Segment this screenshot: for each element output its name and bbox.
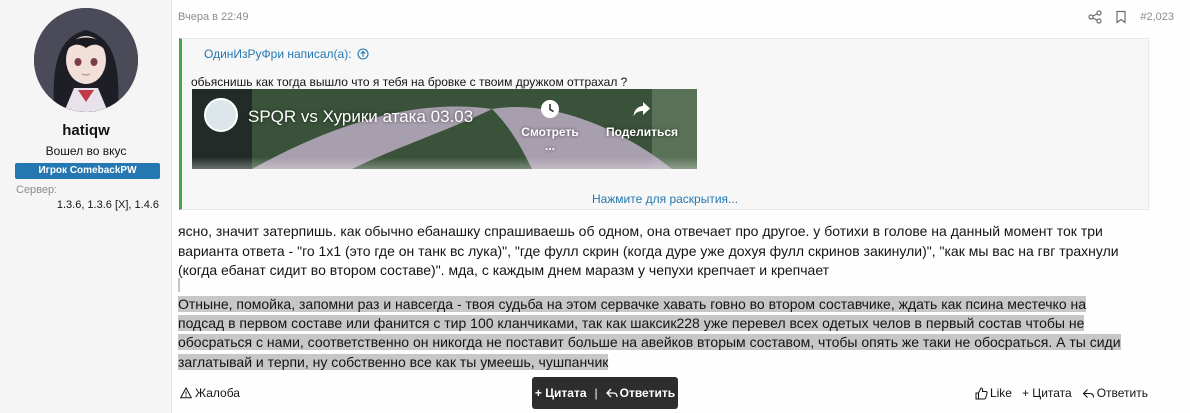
forum-post: hatiqw Вошел во вкус Игрок ComebackPW Се… — [0, 0, 1190, 413]
reply-button[interactable]: Ответить — [1082, 386, 1148, 400]
watch-later-button[interactable]: Смотреть ... — [515, 99, 585, 153]
video-share-button[interactable]: Поделиться — [602, 99, 682, 139]
user-banner: Игрок ComebackPW — [15, 163, 160, 179]
like-label: Like — [989, 386, 1012, 400]
expand-quote-link[interactable]: Нажмите для раскрытия... — [182, 192, 1148, 206]
watch-later-label: Смотреть ... — [521, 125, 579, 153]
server-label: Сервер: — [16, 184, 58, 196]
avatar[interactable] — [34, 8, 138, 112]
clock-icon — [541, 100, 559, 118]
avatar-image — [34, 8, 138, 112]
selection-quote-popup: + Цитата | Ответить — [532, 377, 678, 409]
quote-button[interactable]: + Цитата — [1022, 386, 1072, 400]
expand-fade — [182, 157, 1148, 193]
quote-title[interactable]: ОдинИзРуФри написал(а): — [204, 47, 369, 61]
quote-label: + Цитата — [1021, 386, 1072, 400]
quote-author[interactable]: ОдинИзРуФри написал(а): — [204, 47, 352, 61]
popup-reply-button[interactable]: Ответить — [620, 386, 675, 400]
highlighted-line: подсад в первом составе или фанится с ти… — [178, 315, 1085, 332]
message-highlighted: Отныне, помойка, запомни раз и навсегда … — [178, 295, 1153, 372]
post-actions: Like + Цитата Ответить — [965, 386, 1148, 400]
highlighted-line: обосраться с нами, соответственно он ник… — [178, 334, 1121, 351]
reply-label: Ответить — [1096, 386, 1148, 400]
popup-separator: | — [594, 386, 598, 400]
user-title: Вошел во вкус — [45, 144, 127, 158]
user-info-panel: hatiqw Вошел во вкус Игрок ComebackPW Се… — [0, 0, 172, 413]
username[interactable]: hatiqw — [0, 122, 172, 139]
post-number[interactable]: #2,023 — [1140, 11, 1174, 23]
post-main: Вчера в 22:49 #2,023 ОдинИзРуФри написал… — [173, 0, 1190, 413]
message-paragraph: ясно, значит затерпишь. как обычно ебана… — [178, 223, 1119, 278]
arrow-up-circle-icon[interactable] — [356, 48, 369, 60]
share-icon[interactable] — [1088, 10, 1102, 24]
warning-icon — [180, 387, 192, 399]
reply-icon — [605, 388, 618, 398]
bookmark-icon[interactable] — [1114, 10, 1128, 24]
report-label: Жалоба — [195, 386, 240, 400]
highlighted-line: заглатывай и терпи, ну собственно все ка… — [178, 353, 609, 370]
thumbs-up-icon — [975, 386, 988, 399]
post-date[interactable]: Вчера в 22:49 — [178, 11, 249, 23]
quote-text: обьяснишь как тогда вышло что я тебя на … — [191, 75, 628, 89]
video-title[interactable]: SPQR vs Хурики атака 03.03 — [248, 107, 473, 127]
popup-quote-button[interactable]: + Цитата — [535, 386, 587, 400]
like-button[interactable]: Like — [975, 386, 1012, 400]
video-share-label: Поделиться — [605, 125, 679, 139]
reply-icon — [1082, 388, 1094, 398]
quote-block: ОдинИзРуФри написал(а): обьяснишь как то… — [179, 38, 1149, 210]
selection-marker — [178, 278, 180, 292]
post-header-actions: #2,023 — [1088, 8, 1190, 26]
channel-avatar[interactable] — [204, 98, 238, 132]
report-button[interactable]: Жалоба — [180, 386, 240, 400]
server-value: 1.3.6, 1.3.6 [X], 1.4.6 — [56, 199, 159, 211]
highlighted-line: Отныне, помойка, запомни раз и навсегда … — [178, 296, 1087, 312]
share-arrow-icon — [633, 102, 650, 117]
